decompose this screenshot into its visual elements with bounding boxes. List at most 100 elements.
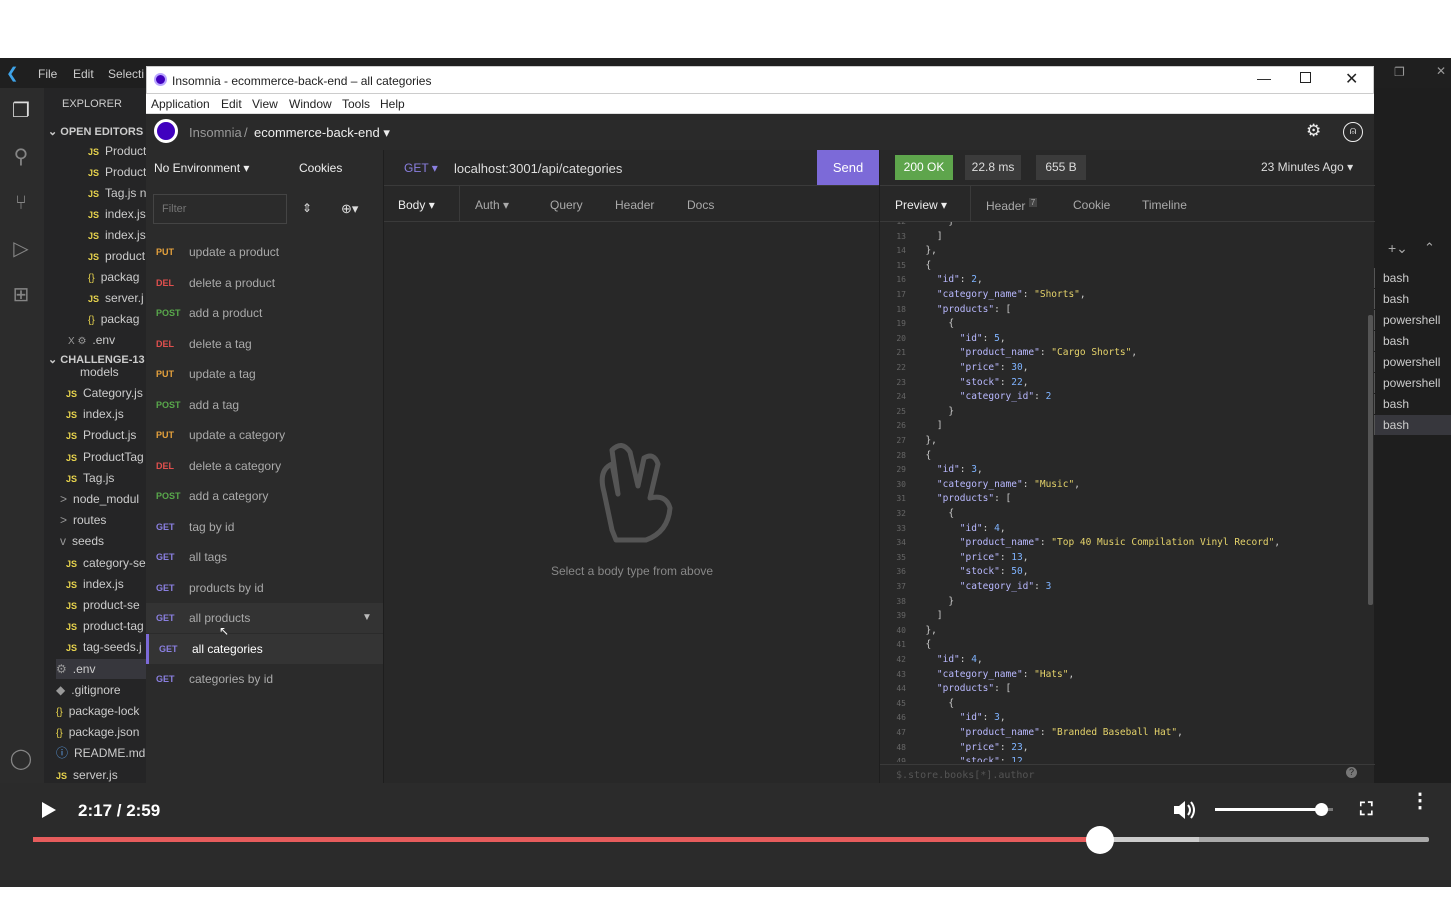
terminal-tab[interactable]: powershell: [1374, 373, 1451, 393]
open-editor-item[interactable]: JS Tag.js n: [88, 183, 146, 203]
tab-preview[interactable]: Preview ▾: [895, 198, 947, 212]
insomnia-home-icon[interactable]: [154, 119, 178, 143]
open-editor-item[interactable]: JS index.js: [88, 204, 146, 224]
menu-view[interactable]: View: [252, 97, 278, 111]
open-editor-item[interactable]: JS Product: [88, 141, 146, 161]
account-icon[interactable]: ◯: [8, 746, 34, 772]
tree-item[interactable]: > routes: [60, 510, 146, 530]
vscode-menu-file[interactable]: File: [38, 67, 57, 81]
tree-item[interactable]: ⓘ README.md: [56, 743, 146, 763]
breadcrumb-root[interactable]: Insomnia: [189, 125, 242, 140]
request-item[interactable]: POST add a product: [146, 298, 383, 328]
maximize-icon[interactable]: [1300, 72, 1311, 83]
tree-item[interactable]: JS index.js: [66, 574, 146, 594]
tab-cookie[interactable]: Cookie: [1073, 198, 1110, 212]
menu-window[interactable]: Window: [289, 97, 332, 111]
request-item[interactable]: GET products by id: [146, 573, 383, 603]
open-editors-header[interactable]: ⌄ OPEN EDITORS: [48, 122, 146, 142]
filter-input[interactable]: [153, 194, 287, 224]
request-item[interactable]: GET all tags: [146, 542, 383, 572]
search-icon[interactable]: ⚲: [8, 144, 34, 170]
terminal-tab[interactable]: bash: [1374, 394, 1451, 414]
request-item[interactable]: POST add a tag: [146, 390, 383, 420]
terminal-tab[interactable]: bash: [1374, 289, 1451, 309]
open-editor-item[interactable]: JS index.js: [88, 225, 146, 245]
close-icon[interactable]: ✕: [1436, 64, 1446, 78]
files-icon[interactable]: ❐: [8, 98, 34, 124]
video-progress-bar[interactable]: [33, 826, 1429, 854]
tree-item[interactable]: JS ProductTag: [66, 447, 146, 467]
vscode-menu-edit[interactable]: Edit: [73, 67, 94, 81]
open-editor-item[interactable]: JS product: [88, 246, 146, 266]
extensions-icon[interactable]: ⊞: [8, 282, 34, 308]
cookies-button[interactable]: Cookies: [299, 161, 342, 175]
account-user-icon[interactable]: ⍝: [1343, 122, 1363, 142]
restore-icon[interactable]: ❐: [1394, 65, 1405, 79]
tree-item[interactable]: JS server.js: [56, 765, 146, 783]
sort-icon[interactable]: ⇕: [302, 201, 312, 215]
tree-item[interactable]: JS category-se: [66, 553, 146, 573]
tab-docs[interactable]: Docs: [687, 198, 714, 212]
play-icon[interactable]: [40, 801, 58, 819]
tree-item[interactable]: JS index.js: [66, 404, 146, 424]
tab-auth[interactable]: Auth ▾: [475, 198, 509, 212]
terminal-tab[interactable]: bash: [1374, 415, 1451, 435]
fullscreen-icon[interactable]: ⛶: [1360, 799, 1373, 820]
source-control-icon[interactable]: ⑂: [8, 190, 34, 216]
open-editor-item[interactable]: JS Product: [88, 162, 146, 182]
terminal-tab[interactable]: bash: [1374, 331, 1451, 351]
menu-tools[interactable]: Tools: [342, 97, 370, 111]
request-item[interactable]: DEL delete a tag: [146, 329, 383, 359]
tree-item[interactable]: JS tag-seeds.j: [66, 637, 146, 657]
project-dropdown[interactable]: ecommerce-back-end ▾: [254, 125, 390, 141]
method-dropdown[interactable]: GET ▾: [404, 161, 438, 175]
request-item[interactable]: POST add a category: [146, 481, 383, 511]
menu-edit[interactable]: Edit: [221, 97, 242, 111]
code-scrollbar[interactable]: [1368, 315, 1373, 605]
tree-item[interactable]: > node_modul: [60, 489, 146, 509]
environment-dropdown[interactable]: No Environment ▾: [154, 161, 249, 175]
terminal-tab[interactable]: powershell: [1374, 352, 1451, 372]
request-item[interactable]: GET all products ▼: [146, 603, 383, 633]
menu-application[interactable]: Application: [151, 97, 210, 111]
url-input[interactable]: localhost:3001/api/categories: [454, 161, 622, 176]
tab-header[interactable]: Header: [615, 198, 654, 212]
request-item[interactable]: GET tag by id: [146, 512, 383, 542]
tree-item[interactable]: JS Product.js: [66, 425, 146, 445]
tree-item[interactable]: JS Tag.js: [66, 468, 146, 488]
tab-body[interactable]: Body ▾: [398, 198, 435, 212]
open-editor-item[interactable]: X ⚙ .env: [68, 330, 146, 350]
tab-timeline[interactable]: Timeline: [1142, 198, 1187, 212]
request-item[interactable]: DEL delete a category: [146, 451, 383, 481]
menu-help[interactable]: Help: [380, 97, 405, 111]
request-item[interactable]: DEL delete a product: [146, 268, 383, 298]
terminal-tab[interactable]: powershell: [1374, 310, 1451, 330]
settings-gear-icon[interactable]: ⚙: [1306, 121, 1321, 141]
tree-item[interactable]: ◆ .gitignore: [56, 680, 146, 700]
request-item[interactable]: PUT update a tag: [146, 359, 383, 389]
vscode-menu-selection[interactable]: Selecti: [108, 67, 144, 81]
request-item[interactable]: PUT update a category: [146, 420, 383, 450]
run-debug-icon[interactable]: ▷: [8, 236, 34, 262]
help-icon[interactable]: ?: [1346, 767, 1357, 778]
add-terminal-icon[interactable]: +⌄: [1388, 240, 1408, 257]
open-editor-item[interactable]: {} packag: [88, 309, 146, 329]
response-filter-input[interactable]: $.store.books[*].author: [880, 764, 1375, 783]
tab-response-header[interactable]: Header 7: [986, 198, 1038, 213]
open-editor-item[interactable]: JS server.j: [88, 288, 146, 308]
more-options-icon[interactable]: ⋮: [1410, 791, 1430, 811]
window-close-icon[interactable]: ✕: [1345, 69, 1358, 89]
request-item[interactable]: PUT update a product: [146, 237, 383, 267]
volume-slider[interactable]: [1215, 803, 1333, 816]
tree-item[interactable]: JS product-se: [66, 595, 146, 615]
minimize-icon[interactable]: —: [1257, 70, 1271, 86]
tree-item[interactable]: {} package.json: [56, 722, 146, 742]
tree-item[interactable]: JS Category.js: [66, 383, 146, 403]
tab-query[interactable]: Query: [550, 198, 583, 212]
send-button[interactable]: Send: [817, 150, 879, 185]
request-item[interactable]: GET categories by id: [146, 664, 383, 694]
request-options-icon[interactable]: ▼: [362, 603, 372, 633]
tree-item[interactable]: {} package-lock: [56, 701, 146, 721]
volume-icon[interactable]: [1172, 799, 1198, 821]
tree-item[interactable]: ⚙ .env: [56, 658, 146, 679]
